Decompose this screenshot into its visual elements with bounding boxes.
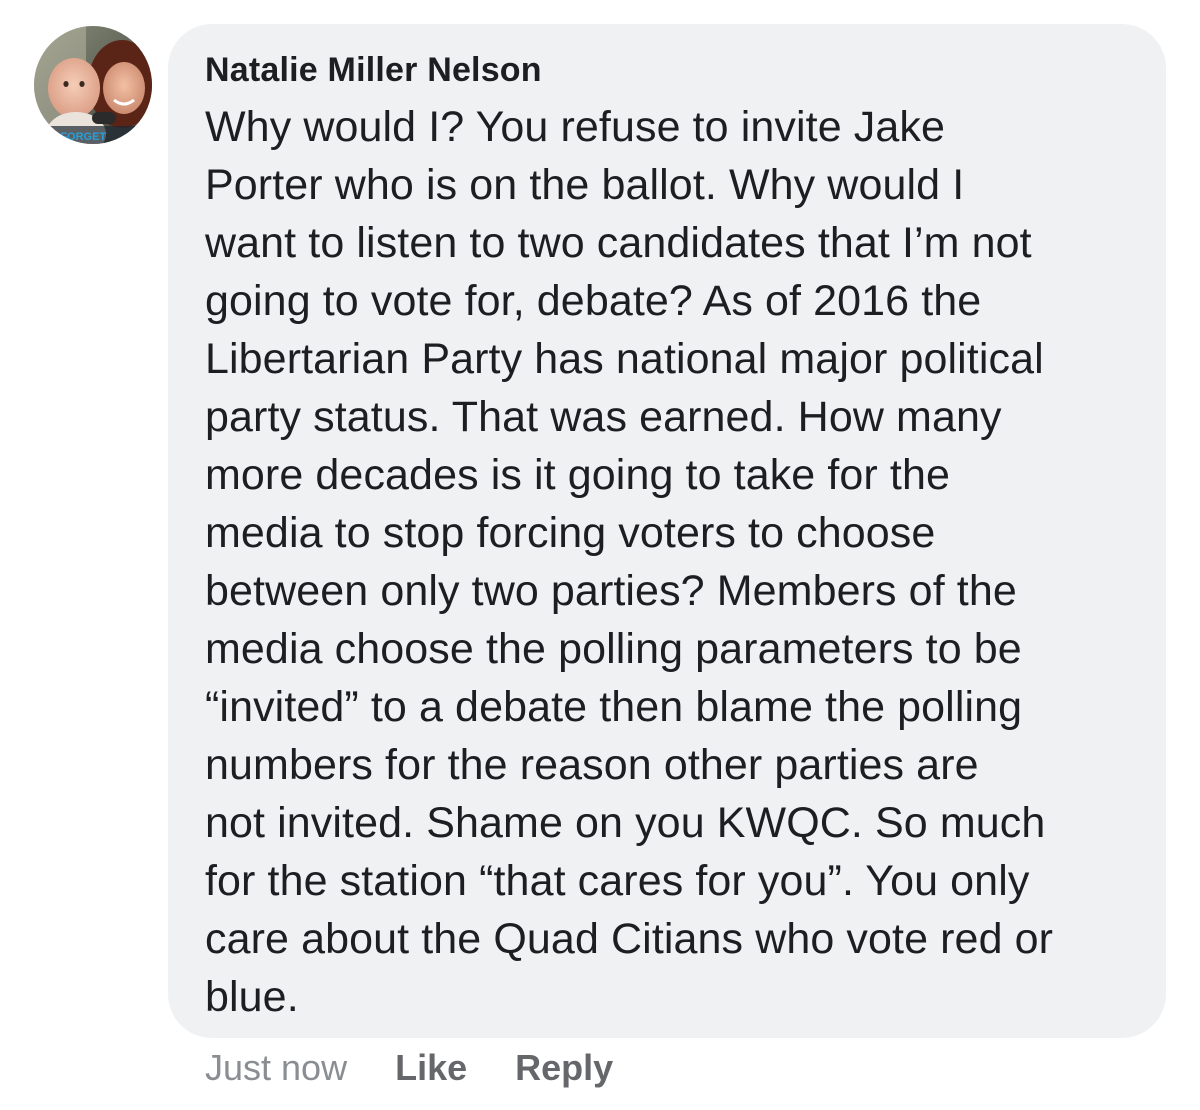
avatar-photo: ER FORGET [34,26,152,144]
comment-bubble: Natalie Miller Nelson Why would I? You r… [168,24,1166,1038]
like-button[interactable]: Like [395,1046,467,1090]
comment-timestamp[interactable]: Just now [205,1046,347,1090]
comment-row: ER FORGET Natalie Miller Nelson Why woul… [0,0,1200,1110]
comment-author[interactable]: Natalie Miller Nelson [205,50,1136,90]
reply-button[interactable]: Reply [515,1046,613,1090]
avatar-overlay-text: ER FORGET [42,131,106,143]
comment-body: Why would I? You refuse to invite Jake P… [205,103,1054,1021]
avatar[interactable]: ER FORGET [34,26,152,144]
comment-actions: Just now Like Reply [205,1046,613,1090]
